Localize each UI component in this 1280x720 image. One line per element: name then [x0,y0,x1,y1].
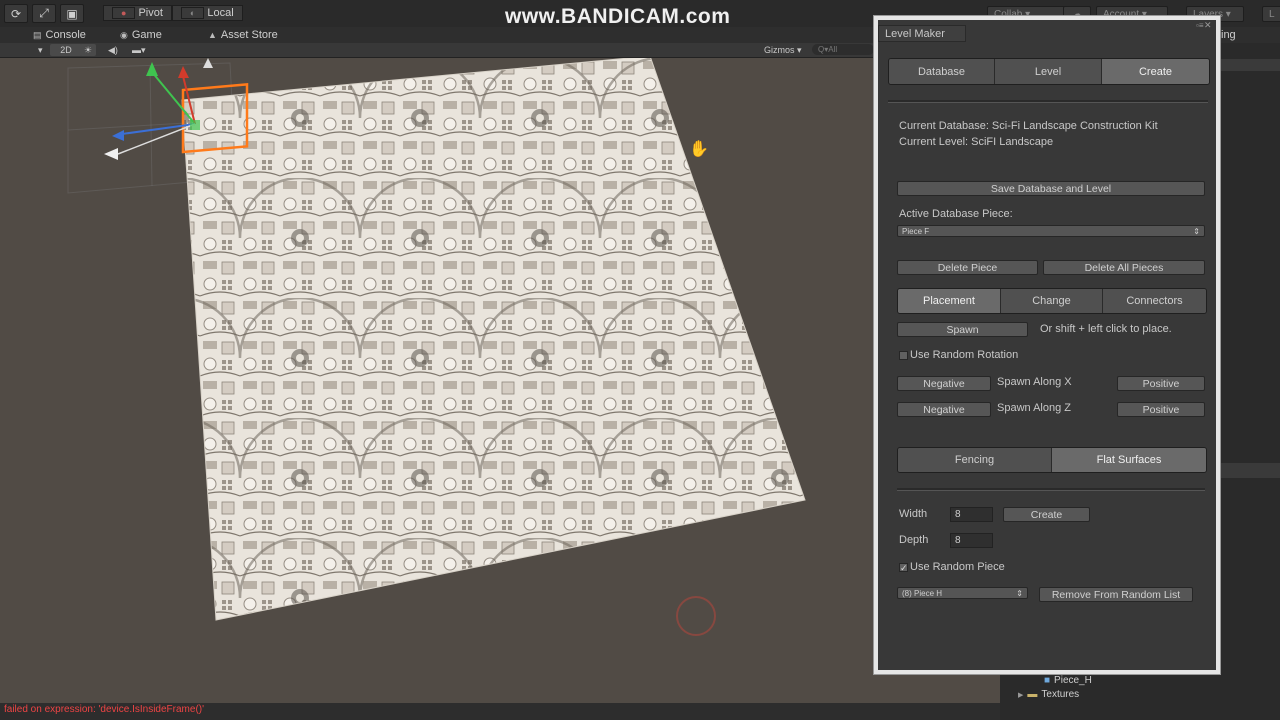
hand-cursor-icon: ✋ [689,141,709,158]
tab-lighting-partial[interactable]: ing [1221,29,1236,41]
pivot-icon: ● [112,7,136,19]
tab-asset-store[interactable]: ▲ Asset Store [208,29,278,41]
pivot-button[interactable]: ● Pivot [103,5,172,21]
game-icon: ◉ [120,29,128,40]
shading-dropdown[interactable]: ▾ [34,44,47,56]
pivot-local-toggle: ● Pivot ◐ Local [103,5,243,21]
depth-label: Depth [899,534,929,546]
error-message[interactable]: failed on expression: 'device.IsInsideFr… [4,704,204,715]
audio-toggle-icon[interactable]: ◀) [104,44,122,56]
tab-level[interactable]: Level [995,59,1102,84]
close-icon[interactable]: ✕ [1204,20,1212,31]
random-piece-checkbox[interactable]: ✓ [899,563,908,573]
dropdown-arrow-icon: ⇕ [1193,226,1200,236]
local-icon: ◐ [180,7,205,19]
effects-toggle-icon[interactable]: ▬▾ [128,44,150,56]
negative-z-button[interactable]: Negative [897,402,991,417]
layout-button[interactable]: L [1262,6,1280,22]
active-piece-label: Active Database Piece: [899,208,1013,220]
lighting-toggle-icon[interactable]: ☀ [80,44,97,56]
recording-watermark: www.BANDICAM.com [505,5,731,28]
tab-fencing[interactable]: Fencing [898,448,1052,472]
mode-tabs: Placement Change Connectors [897,288,1207,314]
asset-store-icon: ▲ [208,30,217,40]
click-indicator [676,596,716,636]
scene-render [67,58,806,621]
inspector-header [1221,59,1280,71]
level-maker-title-tab[interactable]: Level Maker [878,25,966,42]
depth-field[interactable]: 8 [950,533,993,548]
tab-placement[interactable]: Placement [898,289,1001,313]
spawn-along-z-label: Spawn Along Z [997,402,1071,414]
random-piece-label: Use Random Piece [910,561,1005,573]
surface-tabs: Fencing Flat Surfaces [897,447,1207,473]
spawn-along-x-label: Spawn Along X [997,376,1072,388]
project-header [1221,463,1280,478]
prefab-icon: ■ [1044,675,1051,686]
dropdown-arrow-icon: ⇕ [1016,588,1023,598]
hierarchy-item-piece-h[interactable]: ■ Piece_H [1044,675,1092,686]
width-field[interactable]: 8 [950,507,993,522]
spawn-hint: Or shift + left click to place. [1040,323,1172,335]
divider [897,488,1205,491]
main-tabs: Database Level Create [888,58,1210,85]
console-icon: ▤ [33,29,42,40]
positive-z-button[interactable]: Positive [1117,402,1205,417]
tab-game[interactable]: ◉ Game [120,29,162,41]
negative-x-button[interactable]: Negative [897,376,991,391]
current-database-label: Current Database: Sci-Fi Landscape Const… [899,120,1158,132]
current-level-label: Current Level: SciFI Landscape [899,136,1054,148]
random-rotation-checkbox[interactable] [899,351,908,360]
rect-tool-icon[interactable]: ▣ [60,4,84,23]
random-piece-dropdown[interactable]: (8) Piece H ⇕ [897,587,1028,599]
active-piece-dropdown[interactable]: Piece F ⇕ [897,225,1205,237]
delete-all-pieces-button[interactable]: Delete All Pieces [1043,260,1205,275]
scale-tool-icon[interactable]: ⤢ [32,4,56,23]
expand-arrow-icon: ▶ [1018,691,1024,699]
local-button[interactable]: ◐ Local [171,5,243,21]
delete-piece-button[interactable]: Delete Piece [897,260,1038,275]
scene-search-input[interactable]: Q▾All [812,44,874,55]
tab-flat-surfaces[interactable]: Flat Surfaces [1052,448,1206,472]
tab-change[interactable]: Change [1001,289,1103,313]
scene-viewport[interactable]: ✋ [0,58,875,703]
tab-create[interactable]: Create [1102,59,1209,84]
positive-x-button[interactable]: Positive [1117,376,1205,391]
rotate-tool-icon[interactable]: ⟳ [4,4,28,23]
divider [888,100,1208,103]
level-maker-window [873,15,1221,675]
folder-icon: ▬ [1027,689,1038,700]
remove-random-button[interactable]: Remove From Random List [1039,587,1193,602]
gizmos-dropdown[interactable]: Gizmos ▾ [760,44,806,56]
create-button[interactable]: Create [1003,507,1090,522]
tab-console[interactable]: ▤ Console [33,29,86,41]
window-menu-icon[interactable]: ▫≡ [1196,21,1204,30]
random-rotation-label: Use Random Rotation [910,349,1019,361]
hierarchy-item-textures[interactable]: ▶ ▬ Textures [1018,689,1079,700]
spawn-button[interactable]: Spawn [897,322,1028,337]
width-label: Width [899,508,928,520]
tab-connectors[interactable]: Connectors [1103,289,1206,313]
mode-2d-toggle[interactable]: 2D [50,44,82,56]
tab-database[interactable]: Database [889,59,995,84]
save-database-button[interactable]: Save Database and Level [897,181,1205,196]
